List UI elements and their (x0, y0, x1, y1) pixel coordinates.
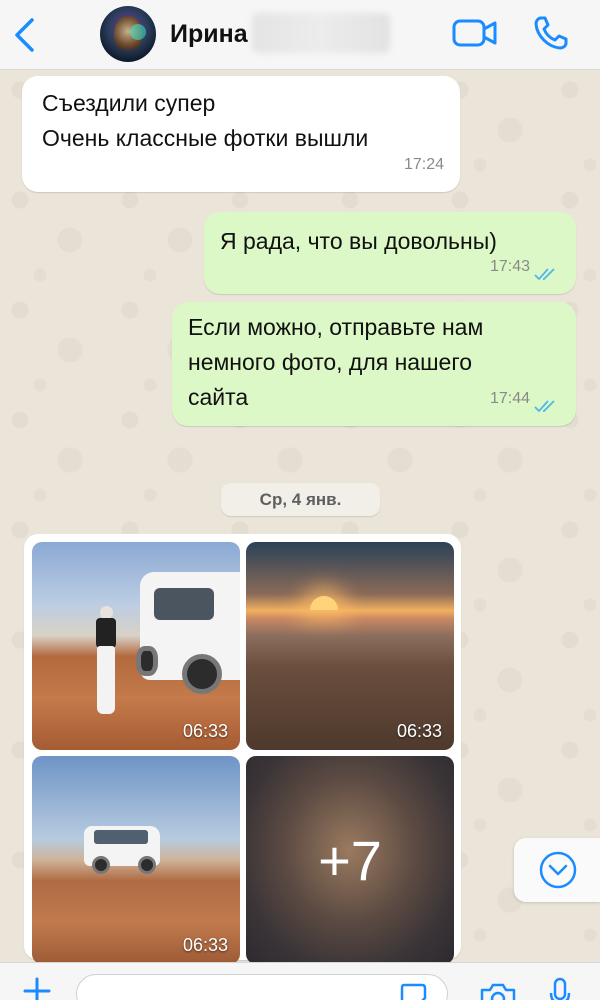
contact-name[interactable]: Ирина (170, 20, 248, 49)
message-time: 17:43 (489, 258, 530, 275)
date-separator: Ср, 4 янв. (221, 483, 380, 516)
message-line: Очень классные фотки вышли (42, 125, 369, 151)
person-figure (94, 606, 118, 716)
album-photo[interactable]: 06:33 (246, 542, 454, 750)
message-line: Я рада, что вы довольны) (220, 228, 497, 254)
camera-button[interactable] (478, 981, 518, 1000)
album-more-photos[interactable]: +7 (246, 756, 454, 964)
chevron-left-icon (15, 18, 34, 52)
message-bubble-outgoing[interactable]: Если можно, отправьте нам немного фото, … (172, 302, 576, 426)
microphone-icon (549, 977, 571, 1000)
message-bubble-incoming[interactable]: Съездили супер Очень классные фотки вышл… (22, 76, 460, 192)
redacted-surname (252, 13, 390, 53)
chevron-down-circle-icon (539, 851, 577, 889)
sunset-sun (310, 596, 338, 610)
message-input[interactable] (76, 974, 448, 1000)
album-photo[interactable]: 06:33 (32, 756, 240, 964)
contact-avatar[interactable] (100, 6, 156, 62)
message-text: Если можно, отправьте нам немного фото, … (188, 310, 483, 415)
sticker-button[interactable] (398, 981, 428, 1000)
double-check-read-icon (534, 268, 555, 281)
message-line: немного фото, для нашего (188, 349, 473, 375)
attach-button[interactable] (20, 973, 54, 1000)
voice-message-button[interactable] (548, 977, 572, 1000)
phone-icon (534, 16, 568, 50)
voice-call-button[interactable] (532, 14, 570, 52)
message-line: Если можно, отправьте нам (188, 314, 484, 340)
photo-time: 06:33 (182, 721, 228, 741)
chat-header: Ирина (0, 0, 600, 70)
video-call-button[interactable] (452, 16, 498, 50)
sticker-icon (400, 983, 427, 1000)
back-button[interactable] (10, 16, 40, 54)
photo-album-message[interactable]: 06:33 06:33 06:33 +7 (24, 534, 461, 964)
car-wheel (92, 856, 110, 874)
car-wheel (138, 856, 156, 874)
photo-time: 06:33 (182, 935, 228, 955)
video-camera-icon (452, 19, 497, 47)
message-time: 17:24 (403, 156, 444, 173)
message-bubble-outgoing[interactable]: Я рада, что вы довольны) 17:43 (204, 212, 576, 294)
camera-icon (480, 983, 516, 1000)
car-wheel (182, 654, 222, 694)
message-text: Съездили супер Очень классные фотки вышл… (42, 86, 368, 156)
car-wheel (136, 646, 158, 676)
double-check-read-icon (534, 400, 555, 413)
message-input-bar (0, 962, 600, 1000)
message-line: Съездили супер (42, 90, 216, 116)
message-line: сайта (188, 384, 249, 410)
album-photo[interactable]: 06:33 (32, 542, 240, 750)
photo-time: 06:33 (396, 721, 442, 741)
scroll-to-bottom-button[interactable] (514, 838, 600, 902)
message-time: 17:44 (489, 390, 530, 407)
plus-icon (23, 977, 51, 1000)
more-photos-count: +7 (318, 828, 382, 892)
